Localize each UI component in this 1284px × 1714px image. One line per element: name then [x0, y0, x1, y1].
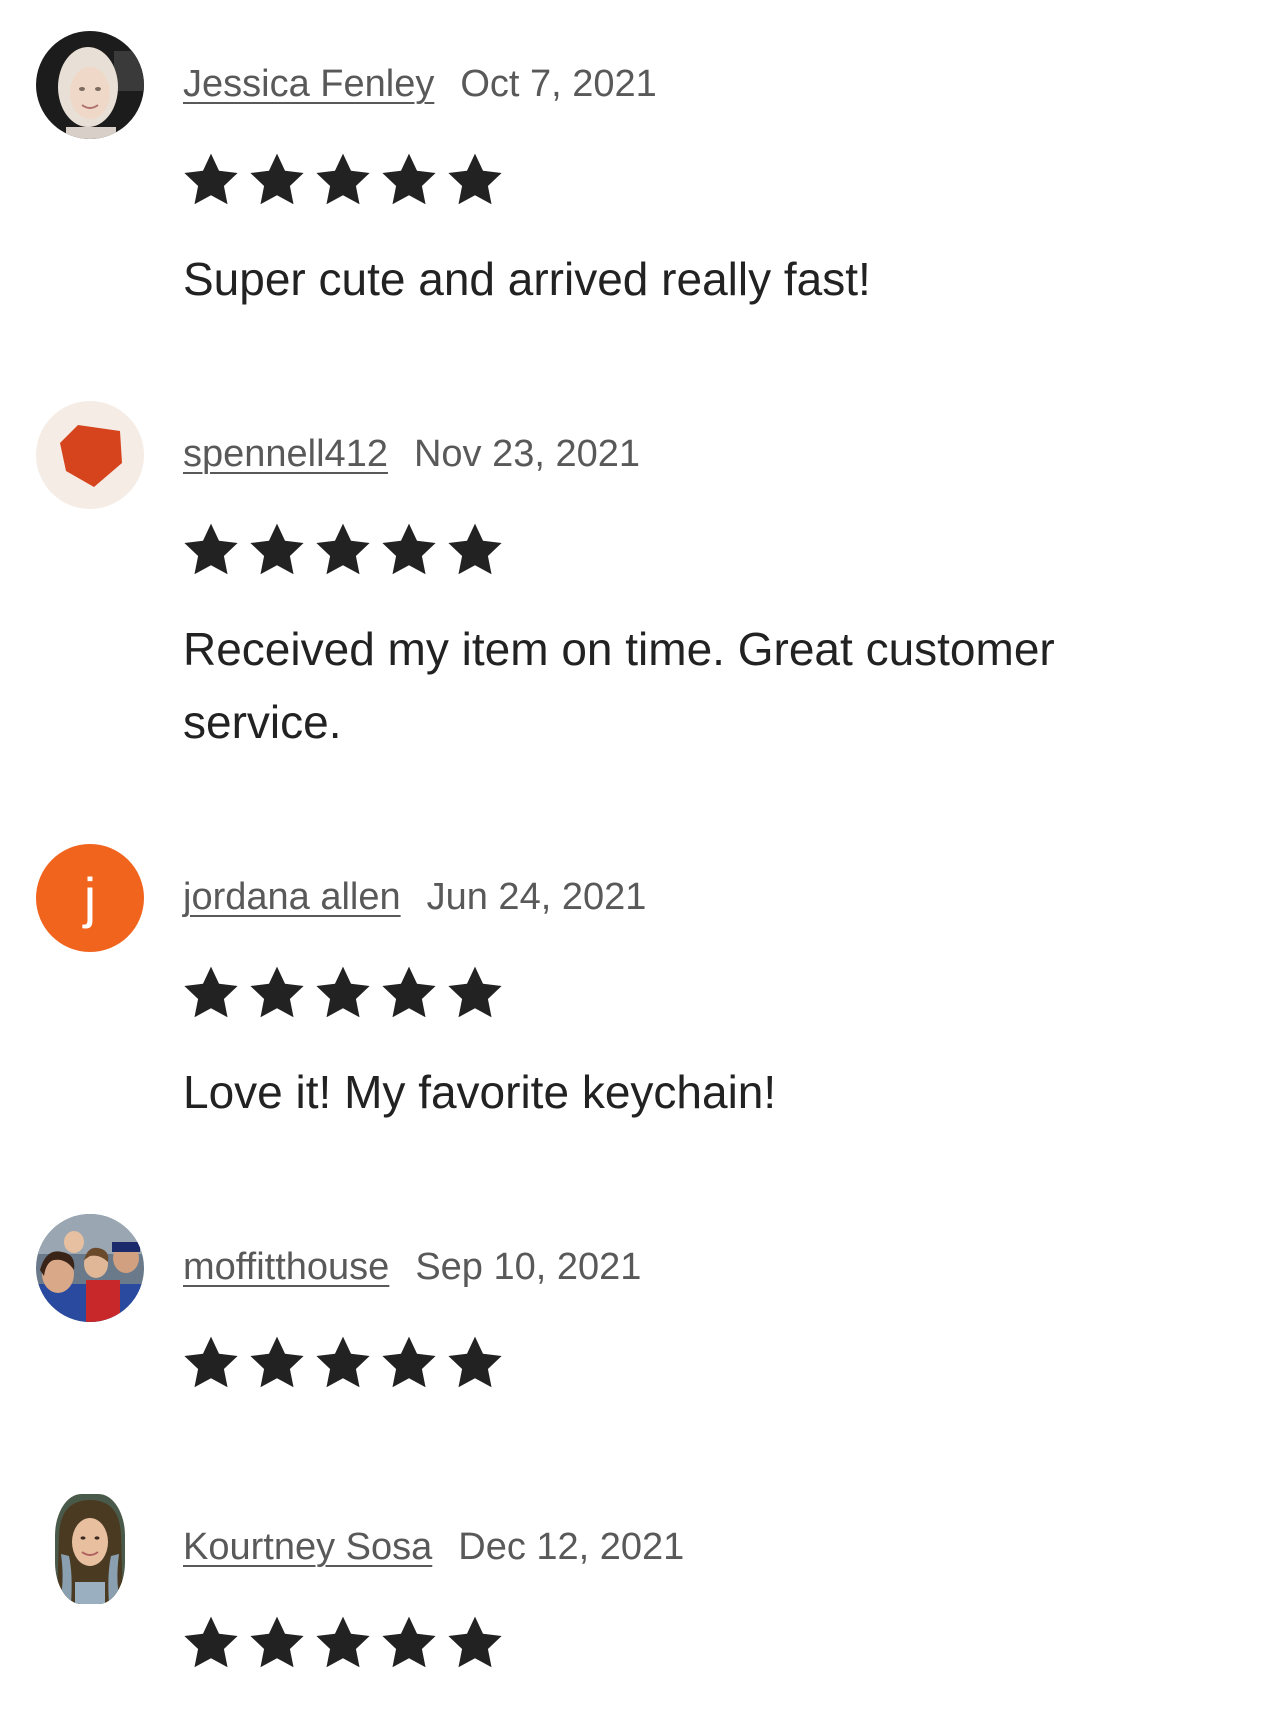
star-icon: [312, 962, 374, 1024]
review-text: Received my item on time. Great customer…: [183, 623, 1055, 748]
review-meta: Kourtney Sosa Dec 12, 2021: [183, 1524, 684, 1570]
star-rating: [180, 962, 506, 1024]
star-icon: [246, 962, 308, 1024]
family-group-photo: [36, 1214, 144, 1322]
star-icon: [246, 1612, 308, 1674]
review-date: Oct 7, 2021: [460, 63, 657, 105]
review-meta: spennell412 Nov 23, 2021: [183, 431, 640, 477]
reviewer-name-link[interactable]: Kourtney Sosa: [183, 1526, 432, 1568]
red-pentagon-icon: [36, 401, 144, 509]
star-rating: [180, 149, 506, 211]
star-icon: [246, 149, 308, 211]
avatar-initial: j: [36, 844, 144, 952]
star-icon: [378, 962, 440, 1024]
review-date: Jun 24, 2021: [426, 876, 647, 918]
star-rating: [180, 1332, 506, 1394]
star-rating: [180, 1612, 506, 1674]
star-icon: [378, 519, 440, 581]
star-icon: [444, 149, 506, 211]
woman-portrait-photo: [36, 31, 144, 139]
reviewer-avatar[interactable]: [36, 31, 144, 139]
review-text: Super cute and arrived really fast!: [183, 253, 871, 305]
star-icon: [312, 1612, 374, 1674]
review-meta: jordana allen Jun 24, 2021: [183, 874, 646, 920]
star-icon: [378, 149, 440, 211]
review-meta: moffitthouse Sep 10, 2021: [183, 1244, 641, 1290]
reviewer-avatar[interactable]: j: [36, 844, 144, 952]
reviewer-name-link[interactable]: spennell412: [183, 433, 388, 475]
reviewer-avatar[interactable]: [55, 1494, 125, 1604]
star-icon: [180, 1612, 242, 1674]
star-icon: [246, 1332, 308, 1394]
reviewer-name-link[interactable]: jordana allen: [183, 876, 401, 918]
star-icon: [312, 519, 374, 581]
star-rating: [180, 519, 506, 581]
star-icon: [444, 519, 506, 581]
star-icon: [312, 1332, 374, 1394]
star-icon: [444, 1612, 506, 1674]
review-date: Sep 10, 2021: [415, 1246, 642, 1288]
star-icon: [444, 1332, 506, 1394]
star-icon: [180, 962, 242, 1024]
star-icon: [378, 1612, 440, 1674]
woman-selfie-photo: [55, 1494, 125, 1604]
review-text: Love it! My favorite keychain!: [183, 1066, 777, 1118]
star-icon: [246, 519, 308, 581]
review-date: Nov 23, 2021: [413, 433, 641, 475]
star-icon: [312, 149, 374, 211]
reviewer-avatar[interactable]: [36, 1214, 144, 1322]
star-icon: [444, 962, 506, 1024]
reviewer-name-link[interactable]: moffitthouse: [183, 1246, 389, 1288]
star-icon: [180, 1332, 242, 1394]
review-date: Dec 12, 2021: [458, 1526, 685, 1568]
reviewer-avatar[interactable]: [36, 401, 144, 509]
reviewer-name-link[interactable]: Jessica Fenley: [183, 63, 434, 105]
star-icon: [378, 1332, 440, 1394]
star-icon: [180, 149, 242, 211]
star-icon: [180, 519, 242, 581]
review-meta: Jessica Fenley Oct 7, 2021: [183, 61, 657, 107]
